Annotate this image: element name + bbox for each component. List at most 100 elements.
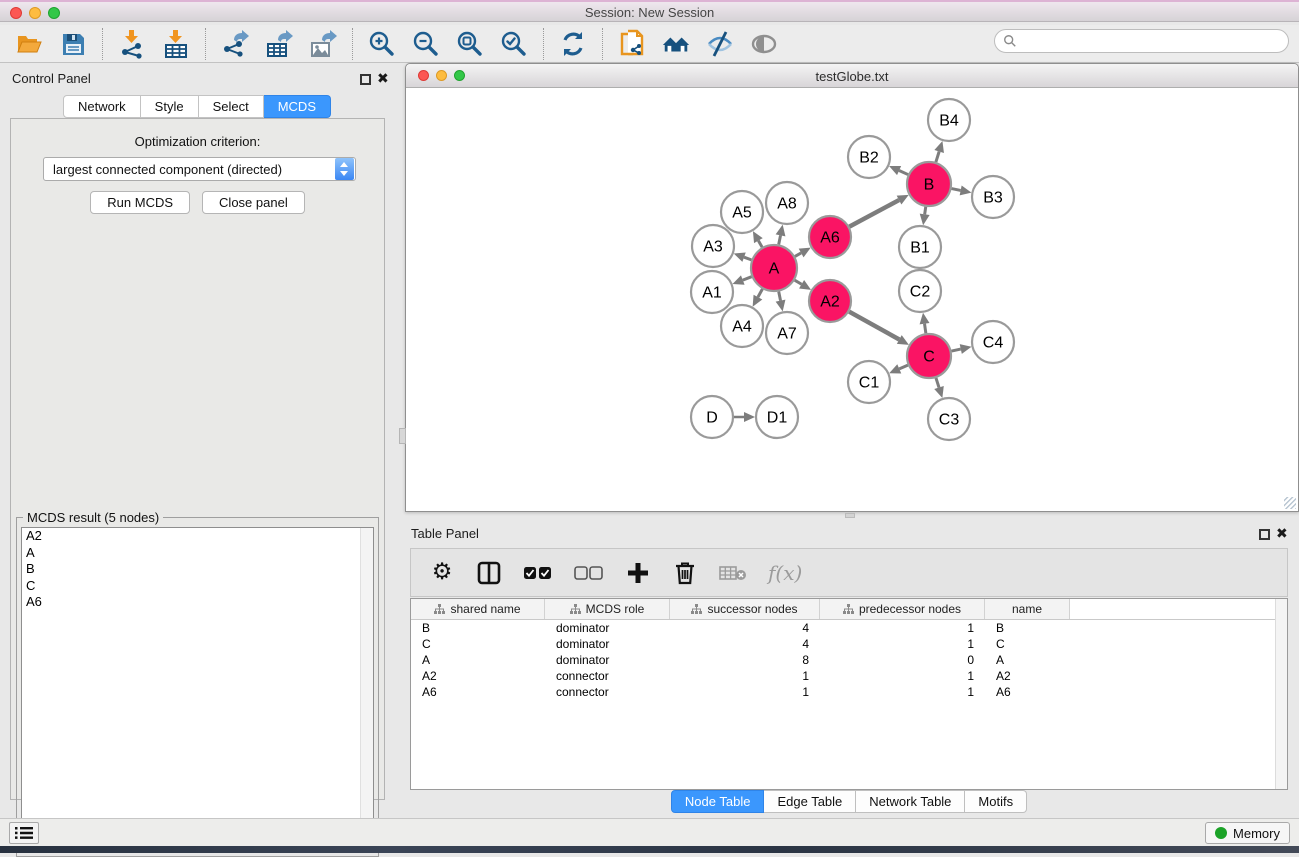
network-canvas[interactable]: AA6A2BCA1A3A5A8A4A7B2B4B3B1C2C4C1C3DD1: [407, 88, 1298, 511]
table-cell: connector: [545, 684, 670, 700]
table-row[interactable]: Cdominator41C: [411, 636, 1287, 652]
zoom-selected-icon[interactable]: [499, 29, 529, 59]
tab-select[interactable]: Select: [199, 95, 264, 118]
graph-edge-A-A2[interactable]: [795, 280, 802, 284]
tab-style[interactable]: Style: [141, 95, 199, 118]
float-panel-icon[interactable]: [360, 74, 371, 85]
table-row[interactable]: Bdominator41B: [411, 620, 1287, 636]
export-table-icon[interactable]: [264, 29, 294, 59]
close-panel-button[interactable]: Close panel: [202, 191, 305, 214]
gear-icon[interactable]: ⚙: [429, 558, 455, 588]
task-history-button[interactable]: [9, 822, 39, 844]
graph-edge-C-C3[interactable]: [936, 378, 939, 388]
result-list-item[interactable]: C: [22, 578, 373, 595]
memory-button[interactable]: Memory: [1205, 822, 1290, 844]
close-panel-icon[interactable]: ✖: [377, 71, 389, 87]
show-eye-icon[interactable]: [749, 29, 779, 59]
import-network-icon[interactable]: [117, 29, 147, 59]
graph-edge-B-B3[interactable]: [952, 189, 961, 191]
graph-node-label: C4: [983, 335, 1004, 352]
tab-network-table[interactable]: Network Table: [856, 790, 965, 813]
control-panel-title: Control Panel: [12, 71, 91, 86]
column-tree-icon: [691, 604, 702, 615]
float-table-panel-icon[interactable]: [1259, 529, 1270, 540]
table-cell: A: [411, 652, 545, 668]
column-tree-icon: [843, 604, 854, 615]
tab-network[interactable]: Network: [63, 95, 141, 118]
table-scrollbar[interactable]: [1275, 599, 1287, 789]
graph-edge-C-C1[interactable]: [899, 365, 908, 369]
column-tree-icon: [570, 604, 581, 615]
home-icon[interactable]: [661, 29, 691, 59]
criterion-dropdown[interactable]: largest connected component (directed): [43, 157, 356, 181]
tab-mcds[interactable]: MCDS: [264, 95, 331, 118]
columns-icon[interactable]: [476, 558, 502, 588]
resize-grip-icon[interactable]: [1284, 497, 1296, 509]
control-panel-tabs: NetworkStyleSelectMCDS: [0, 95, 394, 118]
graph-edge-B-B1[interactable]: [925, 207, 926, 215]
hide-selected-icon[interactable]: [705, 29, 735, 59]
tab-edge-table[interactable]: Edge Table: [764, 790, 856, 813]
result-list-scrollbar[interactable]: [360, 528, 373, 851]
column-header-mcds-role[interactable]: MCDS role: [545, 599, 670, 619]
table-panel: Table Panel ✖ ⚙ f(x): [399, 518, 1299, 815]
import-table-icon[interactable]: [161, 29, 191, 59]
column-header-successor-nodes[interactable]: successor nodes: [670, 599, 820, 619]
delete-column-icon[interactable]: [672, 558, 698, 588]
duplicate-network-icon[interactable]: [617, 29, 647, 59]
result-list-item[interactable]: A6: [22, 594, 373, 611]
mcds-result-list[interactable]: A2ABCA6: [21, 527, 374, 852]
graph-edge-A-A7[interactable]: [779, 292, 781, 301]
deselect-all-checkboxes-icon[interactable]: [574, 558, 604, 588]
graph-edge-A-A1[interactable]: [743, 277, 752, 280]
graph-edge-A-A5[interactable]: [758, 241, 762, 248]
result-list-item[interactable]: B: [22, 561, 373, 578]
refresh-icon[interactable]: [558, 29, 588, 59]
graph-edge-A6-B[interactable]: [849, 200, 899, 227]
list-icon: [15, 826, 33, 840]
graph-edge-C-C4[interactable]: [951, 349, 960, 351]
table-cell: C: [985, 636, 1070, 652]
graph-edge-A-A6[interactable]: [795, 253, 801, 256]
table-cell: dominator: [545, 652, 670, 668]
column-header-predecessor-nodes[interactable]: predecessor nodes: [820, 599, 985, 619]
result-list-item[interactable]: A2: [22, 528, 373, 545]
table-row[interactable]: A2connector11A2: [411, 668, 1287, 684]
result-list-item[interactable]: A: [22, 545, 373, 562]
open-file-icon[interactable]: [14, 29, 44, 59]
search-field[interactable]: [994, 29, 1289, 53]
save-session-icon[interactable]: [58, 29, 88, 59]
graph-edge-A2-C[interactable]: [849, 312, 899, 340]
search-input[interactable]: [1017, 34, 1288, 48]
network-window-titlebar[interactable]: testGlobe.txt: [406, 64, 1298, 88]
table-cell: 0: [820, 652, 985, 668]
tab-node-table[interactable]: Node Table: [671, 790, 765, 813]
column-header-name[interactable]: name: [985, 599, 1070, 619]
tab-motifs[interactable]: Motifs: [965, 790, 1027, 813]
export-image-icon[interactable]: [308, 29, 338, 59]
vertical-splitter-handle[interactable]: [399, 428, 406, 444]
graph-edge-C-C2[interactable]: [925, 324, 926, 334]
application-window: Session: New Session: [0, 0, 1299, 853]
table-row[interactable]: A6connector11A6: [411, 684, 1287, 700]
column-header-shared-name[interactable]: shared name: [411, 599, 545, 619]
add-column-icon[interactable]: [625, 558, 651, 588]
graph-node-label: A: [769, 261, 780, 278]
graph-edge-A-A8[interactable]: [779, 235, 781, 244]
graph-edge-B-B2[interactable]: [899, 171, 908, 175]
select-all-checkboxes-icon[interactable]: [523, 558, 553, 588]
zoom-fit-icon[interactable]: [455, 29, 485, 59]
table-row[interactable]: Adominator80A: [411, 652, 1287, 668]
network-graph: AA6A2BCA1A3A5A8A4A7B2B4B3B1C2C4C1C3DD1: [407, 88, 1298, 511]
zoom-in-icon[interactable]: [367, 29, 397, 59]
graph-edge-B-B4[interactable]: [936, 151, 939, 162]
export-network-icon[interactable]: [220, 29, 250, 59]
close-table-panel-icon[interactable]: ✖: [1276, 526, 1288, 542]
run-mcds-button[interactable]: Run MCDS: [90, 191, 190, 214]
graph-node-label: D1: [767, 410, 788, 427]
graph-edge-A-A3[interactable]: [744, 257, 751, 260]
graph-edge-A-A4[interactable]: [758, 289, 762, 297]
graph-node-label: A6: [820, 230, 840, 247]
zoom-out-icon[interactable]: [411, 29, 441, 59]
column-tree-icon: [434, 604, 445, 615]
